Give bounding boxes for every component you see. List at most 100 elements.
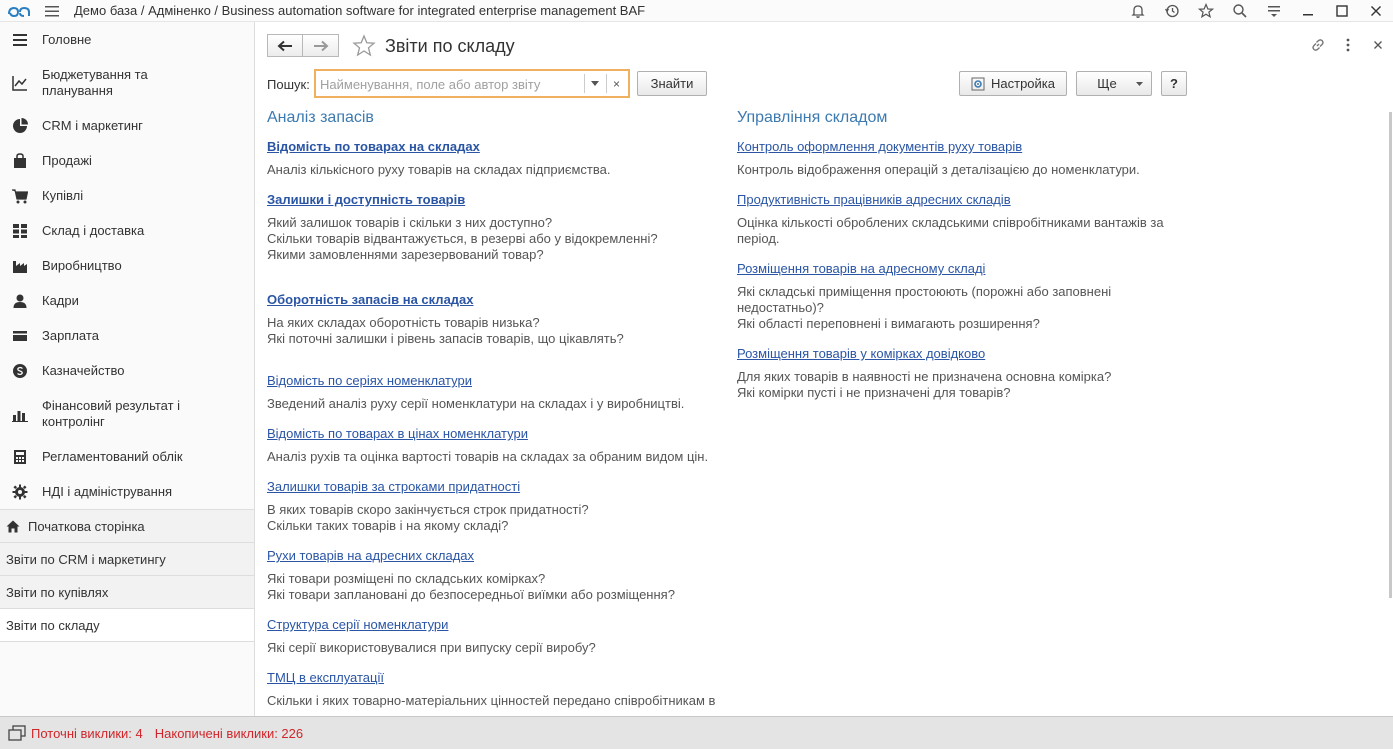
report-item: Розміщення товарів на адресному складі Я… [737, 261, 1167, 332]
open-window-crm-reports[interactable]: Звіти по CRM і маркетингу [0, 543, 254, 576]
sidebar-item-label: Фінансовий результат і контролінг [42, 397, 181, 429]
current-calls: Поточні виклики: 4 [31, 725, 143, 741]
report-panel: Звіти по складу Пошук: × Знайти Настройк… [256, 22, 1393, 716]
search-clear-button[interactable]: × [606, 74, 626, 93]
star-icon[interactable] [1189, 0, 1223, 22]
status-bar: Поточні виклики: 4 Накопичені виклики: 2… [0, 716, 1393, 749]
sidebar-item-label: Бюджетування та планування [42, 66, 148, 98]
app-logo-icon[interactable] [0, 0, 40, 22]
search-field: × [314, 69, 630, 98]
more-vertical-icon[interactable] [1333, 34, 1363, 56]
settings-icon[interactable] [1257, 0, 1291, 22]
report-link[interactable]: Залишки і доступність товарів [267, 192, 717, 208]
minimize-icon[interactable] [1291, 0, 1325, 22]
settings-button[interactable]: Настройка [959, 71, 1067, 96]
sidebar-item-warehouse[interactable]: Склад і доставка [0, 213, 254, 248]
sidebar-item-accounting[interactable]: Регламентований облік [0, 439, 254, 474]
report-description: Який залишок товарів і скільки з них дос… [267, 215, 658, 262]
report-link[interactable]: Оборотність запасів на складах [267, 292, 717, 308]
sidebar-item-payroll[interactable]: Зарплата [0, 318, 254, 353]
factory-icon [12, 258, 28, 274]
sidebar-item-main[interactable]: Головне [0, 22, 254, 57]
grid-icon [12, 223, 28, 239]
close-window-icon[interactable] [1363, 34, 1393, 56]
main-menu-icon[interactable] [40, 0, 64, 22]
report-link[interactable]: Розміщення товарів у комірках довідково [737, 346, 1167, 362]
report-link[interactable]: Рухи товарів на адресних складах [267, 548, 717, 564]
sidebar-item-purchases[interactable]: Купівлі [0, 178, 254, 213]
report-item: Відомість по серіях номенклатури Зведени… [267, 373, 717, 412]
settings-button-label: Настройка [991, 76, 1055, 91]
sidebar-item-label: Регламентований облік [42, 448, 183, 464]
report-description: Які товари розміщені по складських комір… [267, 571, 675, 602]
report-description: В яких товарів скоро закінчується строк … [267, 502, 589, 533]
report-link[interactable]: Відомість по товарах в цінах номенклатур… [267, 426, 717, 442]
sections-panel: Головне Бюджетування та планування CRM і… [0, 22, 255, 716]
open-window-warehouse-reports[interactable]: Звіти по складу [0, 609, 254, 642]
person-icon [12, 293, 28, 309]
more-button[interactable]: Ще [1076, 71, 1152, 96]
sidebar-item-label: Купівлі [42, 187, 84, 203]
open-window-label: Звіти по CRM і маркетингу [6, 551, 166, 567]
vertical-scrollbar[interactable] [1389, 112, 1392, 598]
chart-line-icon [12, 75, 28, 91]
search-input[interactable] [320, 76, 582, 93]
menu-icon [12, 32, 28, 48]
maximize-icon[interactable] [1325, 0, 1359, 22]
windows-icon[interactable] [6, 724, 28, 742]
group-warehouse-management: Управління складом Контроль оформлення д… [737, 109, 1167, 415]
report-item: Контроль оформлення документів руху това… [737, 139, 1167, 178]
sidebar-item-production[interactable]: Виробництво [0, 248, 254, 283]
report-link[interactable]: Продуктивність працівників адресних скла… [737, 192, 1167, 208]
window-title: Демо база / Адміненко / Business automat… [74, 3, 646, 18]
search-icon[interactable] [1223, 0, 1257, 22]
sidebar-item-sales[interactable]: Продажі [0, 143, 254, 178]
report-item: Продуктивність працівників адресних скла… [737, 192, 1167, 247]
link-icon[interactable] [1303, 34, 1333, 56]
settings-gear-icon [971, 77, 985, 91]
report-link[interactable]: Відомість по товарах на складах [267, 139, 717, 155]
group-title: Аналіз запасів [267, 109, 374, 126]
report-item: Залишки і доступність товарів Який залиш… [267, 192, 717, 263]
report-link[interactable]: Розміщення товарів на адресному складі [737, 261, 1167, 277]
bell-icon[interactable] [1121, 0, 1155, 22]
report-link[interactable]: Відомість по серіях номенклатури [267, 373, 717, 389]
forward-button[interactable] [303, 34, 339, 57]
search-label: Пошук: [267, 77, 310, 92]
close-icon[interactable] [1359, 0, 1393, 22]
report-description: На яких складах оборотність товарів низь… [267, 315, 624, 346]
history-icon[interactable] [1155, 0, 1189, 22]
sidebar-item-admin[interactable]: НДІ і адміністрування [0, 474, 254, 509]
open-windows-list: Початкова сторінка Звіти по CRM і маркет… [0, 509, 254, 642]
report-description: Для яких товарів в наявності не призначе… [737, 369, 1112, 400]
report-item: Відомість по товарах в цінах номенклатур… [267, 426, 717, 465]
report-item: Структура серії номенклатури Які серії в… [267, 617, 717, 656]
sidebar-item-finance[interactable]: Фінансовий результат і контролінг [0, 388, 254, 439]
sidebar-item-budgeting[interactable]: Бюджетування та планування [0, 57, 254, 108]
search-dropdown-button[interactable] [584, 74, 604, 93]
sidebar-item-label: Головне [42, 31, 92, 47]
help-button[interactable]: ? [1161, 71, 1187, 96]
open-window-home[interactable]: Початкова сторінка [0, 510, 254, 543]
report-link[interactable]: Залишки товарів за строками придатності [267, 479, 717, 495]
report-link[interactable]: Контроль оформлення документів руху това… [737, 139, 1167, 155]
favorite-star-icon[interactable] [352, 34, 376, 61]
back-button[interactable] [267, 34, 303, 57]
report-link[interactable]: ТМЦ в експлуатації [267, 670, 717, 686]
find-button[interactable]: Знайти [637, 71, 707, 96]
report-item: Відомість по товарах на складах Аналіз к… [267, 139, 717, 178]
accumulated-calls: Накопичені виклики: 226 [154, 725, 304, 741]
sidebar-item-label: Продажі [42, 152, 92, 168]
sidebar-item-hr[interactable]: Кадри [0, 283, 254, 318]
report-description: Які складські приміщення простоюють (пор… [737, 284, 1112, 331]
open-window-purchase-reports[interactable]: Звіти по купівлях [0, 576, 254, 609]
group-title: Управління складом [737, 109, 888, 126]
sidebar-item-treasury[interactable]: Казначейство [0, 353, 254, 388]
coin-icon [12, 363, 28, 379]
dropdown-arrow-icon [1136, 82, 1143, 86]
sidebar-item-label: НДІ і адміністрування [42, 483, 173, 499]
report-description: Аналіз кількісного руху товарів на склад… [267, 162, 611, 177]
report-link[interactable]: Структура серії номенклатури [267, 617, 717, 633]
group-inventory-analysis: Аналіз запасів Відомість по товарах на с… [267, 109, 717, 716]
sidebar-item-crm[interactable]: CRM і маркетинг [0, 108, 254, 143]
